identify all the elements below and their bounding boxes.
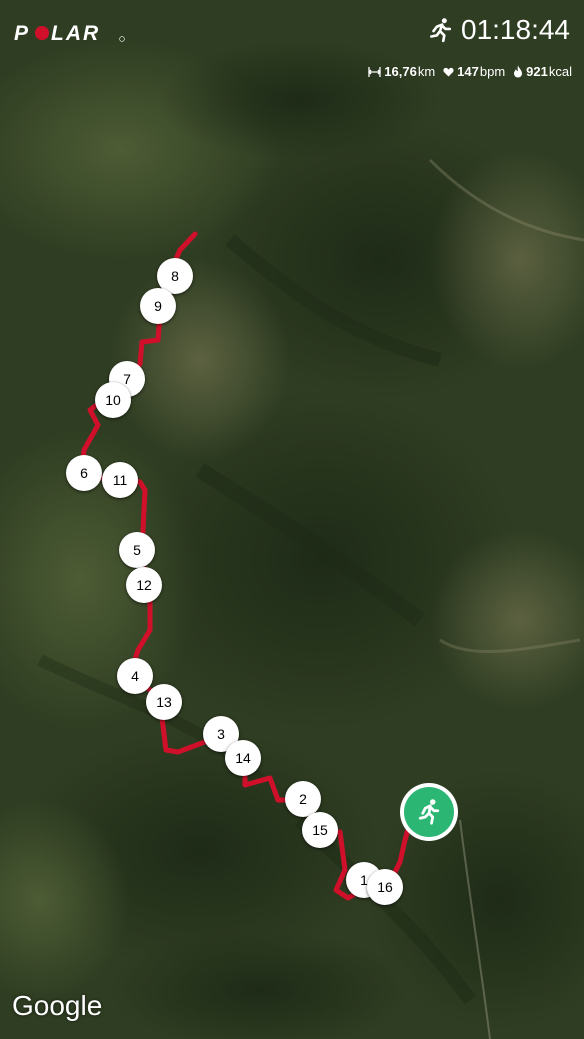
calories-stat: 921 kcal bbox=[513, 64, 572, 79]
calories-unit: kcal bbox=[548, 64, 572, 79]
heart-rate-unit: bpm bbox=[479, 64, 506, 79]
lap-marker-13[interactable]: 13 bbox=[146, 684, 182, 720]
lap-marker-11[interactable]: 11 bbox=[102, 462, 138, 498]
heart-icon bbox=[443, 67, 454, 77]
running-icon bbox=[430, 18, 452, 43]
calories-value: 921 bbox=[526, 64, 548, 79]
lap-marker-15[interactable]: 15 bbox=[302, 812, 338, 848]
lap-marker-16[interactable]: 16 bbox=[367, 869, 403, 905]
polar-logo: P LAR bbox=[14, 22, 126, 44]
distance-value: 16,76 bbox=[384, 64, 417, 79]
duration-display: 01:18:44 bbox=[427, 14, 570, 46]
google-attribution: Google bbox=[12, 990, 103, 1021]
satellite-map[interactable] bbox=[0, 0, 584, 1039]
lap-marker-14[interactable]: 14 bbox=[225, 740, 261, 776]
polar-wordmark: P LAR bbox=[14, 22, 125, 44]
lap-marker-12[interactable]: 12 bbox=[126, 567, 162, 603]
runner-icon bbox=[418, 799, 440, 825]
svg-text:LAR: LAR bbox=[51, 22, 100, 44]
lap-marker-10[interactable]: 10 bbox=[95, 382, 131, 418]
flame-icon bbox=[514, 65, 523, 78]
heart-rate-stat: 147 bpm bbox=[443, 64, 505, 79]
current-position-marker[interactable] bbox=[400, 783, 458, 841]
duration-value: 01:18:44 bbox=[461, 14, 570, 45]
distance-stat: 16,76 km bbox=[368, 64, 435, 79]
workout-stats: 16,76 km 147 bpm 921 kcal bbox=[360, 64, 572, 79]
distance-icon bbox=[368, 66, 382, 77]
distance-unit: km bbox=[417, 64, 436, 79]
svg-text:P: P bbox=[14, 22, 30, 44]
lap-marker-9[interactable]: 9 bbox=[140, 288, 176, 324]
lap-marker-4[interactable]: 4 bbox=[117, 658, 153, 694]
header-overlay: P LAR 01:18:44 16,76 km 147 bpm 921 kcal bbox=[0, 0, 584, 100]
lap-marker-5[interactable]: 5 bbox=[119, 532, 155, 568]
lap-marker-6[interactable]: 6 bbox=[66, 455, 102, 491]
heart-rate-value: 147 bbox=[457, 64, 479, 79]
